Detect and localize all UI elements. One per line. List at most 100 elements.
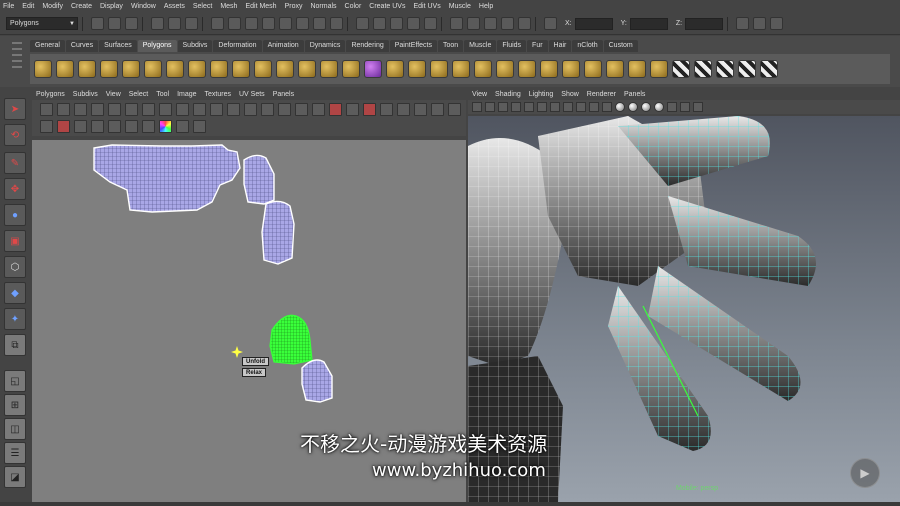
dim-image-icon[interactable] xyxy=(40,120,53,133)
show-attribute-editor-icon[interactable] xyxy=(736,17,750,30)
uv-menu-textures[interactable]: Textures xyxy=(205,91,231,98)
display-image-icon[interactable] xyxy=(329,103,342,116)
layout-persp-graph-icon[interactable]: ◪ xyxy=(4,466,26,488)
menu-file[interactable]: File xyxy=(3,3,14,10)
poke-icon[interactable] xyxy=(584,60,602,78)
shelf-tab-curves[interactable]: Curves xyxy=(65,40,99,52)
ipr-render-icon[interactable] xyxy=(501,17,514,30)
camera-attributes-icon[interactable] xyxy=(485,102,495,112)
shelf-tab-custom[interactable]: Custom xyxy=(603,40,638,52)
uv-menu-subdivs[interactable]: Subdivs xyxy=(73,91,98,98)
layout-two-pane-icon[interactable]: ◫ xyxy=(4,418,26,440)
align-min-v-icon[interactable] xyxy=(244,103,257,116)
poly-cube-icon[interactable] xyxy=(56,60,74,78)
manipulator-tool-icon[interactable]: ⬡ xyxy=(4,256,26,278)
snap-point-icon[interactable] xyxy=(390,17,403,30)
paint-select-tool-icon[interactable]: ✎ xyxy=(4,152,26,174)
input-line-icon[interactable] xyxy=(544,17,557,30)
combine-icon[interactable] xyxy=(276,60,294,78)
snap-plane-icon[interactable] xyxy=(407,17,420,30)
shelf-tab-rendering[interactable]: Rendering xyxy=(346,40,389,52)
render-settings-icon[interactable] xyxy=(518,17,531,30)
z-field[interactable] xyxy=(685,17,724,30)
append-polygon-icon[interactable] xyxy=(430,60,448,78)
snap-curve-icon[interactable] xyxy=(373,17,386,30)
extrude-icon[interactable] xyxy=(386,60,404,78)
uv-editor-icon[interactable] xyxy=(760,60,778,78)
gate-mask-icon[interactable] xyxy=(563,102,573,112)
menu-edit[interactable]: Edit xyxy=(22,3,34,10)
render-icon[interactable] xyxy=(484,17,497,30)
poly-cone-icon[interactable] xyxy=(100,60,118,78)
move-tool-icon[interactable]: ✥ xyxy=(4,178,26,200)
select-by-render-icon[interactable] xyxy=(313,17,326,30)
shelf-tab-deformation[interactable]: Deformation xyxy=(213,40,262,52)
show-channel-box-icon[interactable] xyxy=(770,17,784,30)
bookmark-icon[interactable] xyxy=(498,102,508,112)
select-by-joint-icon[interactable] xyxy=(228,17,241,30)
menu-select[interactable]: Select xyxy=(193,3,212,10)
shelf-tab-ncloth[interactable]: nCloth xyxy=(572,40,603,52)
grid-icon[interactable] xyxy=(524,102,534,112)
shelf-tab-fluids[interactable]: Fluids xyxy=(497,40,527,52)
poly-pyramid-icon[interactable] xyxy=(188,60,206,78)
safe-action-icon[interactable] xyxy=(589,102,599,112)
xray-icon[interactable] xyxy=(680,102,690,112)
shelf-handle[interactable] xyxy=(10,38,24,84)
shelf-tab-animation[interactable]: Animation xyxy=(262,40,304,52)
reduce-icon[interactable] xyxy=(606,60,624,78)
y-field[interactable] xyxy=(629,17,668,30)
wireframe-icon[interactable] xyxy=(602,102,612,112)
menu-create-uvs[interactable]: Create UVs xyxy=(369,3,405,10)
vp-menu-lighting[interactable]: Lighting xyxy=(529,91,554,98)
vp-menu-show[interactable]: Show xyxy=(561,91,579,98)
history-icon[interactable] xyxy=(450,17,463,30)
view-facing-icon[interactable] xyxy=(397,103,410,116)
extract-icon[interactable] xyxy=(320,60,338,78)
new-scene-icon[interactable] xyxy=(91,17,104,30)
field-chart-icon[interactable] xyxy=(576,102,586,112)
bevel-icon[interactable] xyxy=(518,60,536,78)
vp-menu-view[interactable]: View xyxy=(472,91,487,98)
smooth-shade-icon[interactable] xyxy=(615,102,625,112)
menu-set-dropdown[interactable]: Polygons ▼ xyxy=(6,17,78,30)
menu-window[interactable]: Window xyxy=(131,3,156,10)
last-tool-icon[interactable]: ◆ xyxy=(4,282,26,304)
texture-borders-icon[interactable] xyxy=(380,103,393,116)
menu-modify[interactable]: Modify xyxy=(42,3,63,10)
uv-unitize-icon[interactable] xyxy=(125,120,138,133)
x-field[interactable] xyxy=(574,17,613,30)
rotate-cw-icon[interactable] xyxy=(91,103,104,116)
layout-four-pane-icon[interactable]: ⊞ xyxy=(4,394,26,416)
shelf-tab-hair[interactable]: Hair xyxy=(548,40,572,52)
poly-plane-icon[interactable] xyxy=(122,60,140,78)
open-scene-icon[interactable] xyxy=(108,17,121,30)
menu-color[interactable]: Color xyxy=(345,3,362,10)
poly-soccer-ball-icon[interactable] xyxy=(254,60,272,78)
smooth-icon[interactable] xyxy=(342,60,360,78)
film-gate-icon[interactable] xyxy=(537,102,547,112)
shelf-tab-toon[interactable]: Toon xyxy=(437,40,464,52)
menu-help[interactable]: Help xyxy=(479,3,493,10)
select-object-icon[interactable] xyxy=(168,17,181,30)
show-manipulator-icon[interactable]: ⧉ xyxy=(4,334,26,356)
select-by-deformer-icon[interactable] xyxy=(279,17,292,30)
poly-torus-icon[interactable] xyxy=(144,60,162,78)
quadrangulate-icon[interactable] xyxy=(650,60,668,78)
select-by-surface-icon[interactable] xyxy=(262,17,275,30)
menu-display[interactable]: Display xyxy=(100,3,123,10)
menu-edit-uvs[interactable]: Edit UVs xyxy=(413,3,440,10)
menu-assets[interactable]: Assets xyxy=(164,3,185,10)
grid-uvs-icon[interactable] xyxy=(193,103,206,116)
align-max-u-icon[interactable] xyxy=(227,103,240,116)
construction-history-icon[interactable] xyxy=(467,17,480,30)
select-hierarchy-icon[interactable] xyxy=(151,17,164,30)
menu-edit-mesh[interactable]: Edit Mesh xyxy=(245,3,276,10)
uv-normalize-icon[interactable] xyxy=(108,120,121,133)
poly-helix-icon[interactable] xyxy=(232,60,250,78)
menu-muscle[interactable]: Muscle xyxy=(449,3,471,10)
snap-grid-icon[interactable] xyxy=(356,17,369,30)
vp-menu-shading[interactable]: Shading xyxy=(495,91,521,98)
add-to-isolate-icon[interactable] xyxy=(295,103,308,116)
camera-icon[interactable] xyxy=(472,102,482,112)
